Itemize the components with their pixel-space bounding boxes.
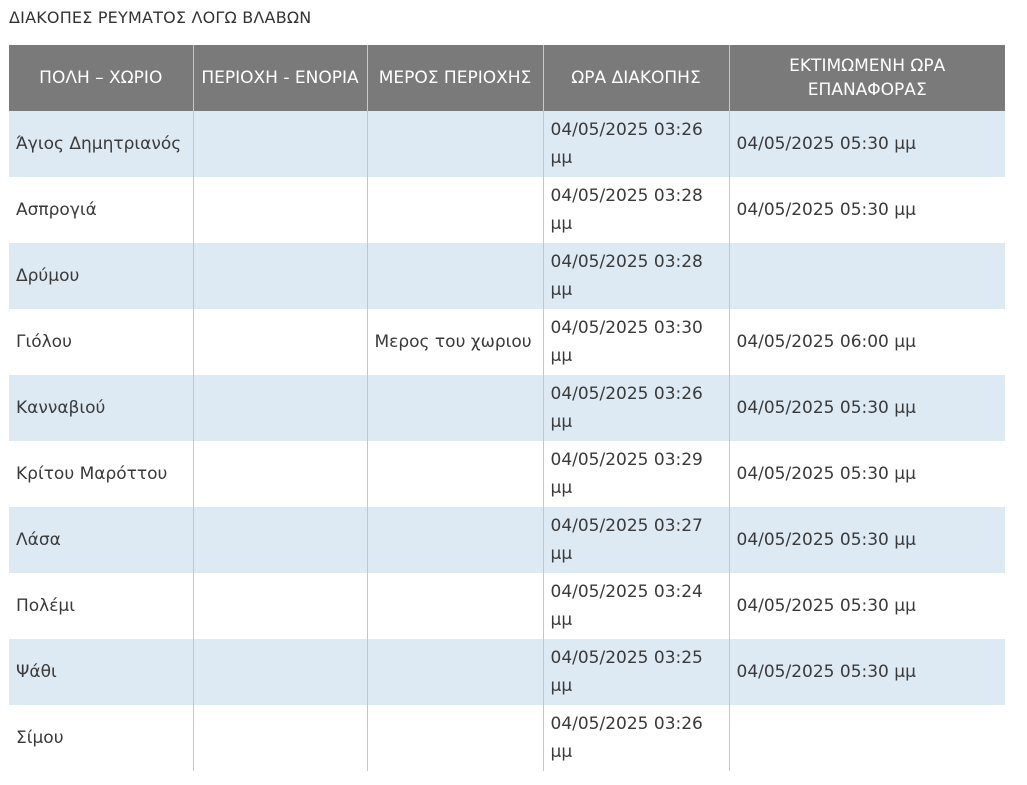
cell-city-village: Άγιος Δημητριανός (16, 134, 182, 154)
cell-outage-time: 04/05/2025 03:26 μμ (542, 705, 729, 771)
cell-area-part (366, 705, 543, 771)
cell-city-village: Ψάθι (16, 662, 57, 682)
cell-city-village: Πολέμι (16, 596, 76, 616)
cell-area-part (366, 375, 543, 441)
cell-area-part (366, 573, 543, 639)
cell-outage-time: 04/05/2025 03:30 μμ (542, 309, 729, 375)
cell-outage-time: 04/05/2025 03:26 μμ (542, 375, 729, 441)
cell-estimated-restoration: 04/05/2025 06:00 μμ (728, 309, 1005, 375)
cell-area-parish (192, 639, 367, 705)
cell-estimated-restoration (728, 705, 1005, 771)
cell-city-village: Κανναβιού (16, 398, 106, 418)
cell-outage-time: 04/05/2025 03:28 μμ (542, 177, 729, 243)
cell-estimated-restoration (728, 243, 1005, 309)
cell-city-village: Γιόλου (16, 332, 72, 352)
cell-city-village: Ασπρογιά (16, 200, 97, 220)
cell-area-parish (192, 309, 367, 375)
cell-area-parish (192, 507, 367, 573)
cell-estimated-restoration: 04/05/2025 05:30 μμ (728, 507, 1005, 573)
table-row: Πολέμι 04/05/2025 03:24 μμ 04/05/2025 05… (9, 573, 1005, 639)
table-row: Λάσα 04/05/2025 03:27 μμ 04/05/2025 05:3… (9, 507, 1005, 573)
cell-area-part (366, 639, 543, 705)
cell-estimated-restoration: 04/05/2025 05:30 μμ (728, 639, 1005, 705)
table-row: Γιόλου Μερος του χωριου 04/05/2025 03:30… (9, 309, 1005, 375)
cell-area-parish (192, 705, 367, 771)
cell-estimated-restoration: 04/05/2025 05:30 μμ (728, 177, 1005, 243)
cell-city-village: Λάσα (16, 530, 61, 550)
table-header: ΠΟΛΗ – ΧΩΡΙΟ ΠΕΡΙΟΧΗ - ΕΝΟΡΙΑ ΜΕΡΟΣ ΠΕΡΙ… (9, 45, 1005, 111)
column-header-area-part[interactable]: ΜΕΡΟΣ ΠΕΡΙΟΧΗΣ (366, 45, 543, 111)
cell-outage-time: 04/05/2025 03:25 μμ (542, 639, 729, 705)
cell-city-village: Δρύμου (16, 266, 80, 286)
cell-area-parish (192, 375, 367, 441)
table-row: Ψάθι 04/05/2025 03:25 μμ 04/05/2025 05:3… (9, 639, 1005, 705)
cell-estimated-restoration: 04/05/2025 05:30 μμ (728, 375, 1005, 441)
cell-estimated-restoration: 04/05/2025 05:30 μμ (728, 573, 1005, 639)
cell-outage-time: 04/05/2025 03:26 μμ (542, 111, 729, 177)
header-row: ΠΟΛΗ – ΧΩΡΙΟ ΠΕΡΙΟΧΗ - ΕΝΟΡΙΑ ΜΕΡΟΣ ΠΕΡΙ… (9, 45, 1005, 111)
cell-area-part (366, 111, 543, 177)
table-row: Δρύμου 04/05/2025 03:28 μμ (9, 243, 1005, 309)
table-row: Κρίτου Μαρόττου 04/05/2025 03:29 μμ 04/0… (9, 441, 1005, 507)
column-header-city-village[interactable]: ΠΟΛΗ – ΧΩΡΙΟ (9, 45, 193, 111)
cell-area-parish (192, 573, 367, 639)
column-header-area-parish[interactable]: ΠΕΡΙΟΧΗ - ΕΝΟΡΙΑ (192, 45, 367, 111)
cell-area-part (366, 177, 543, 243)
cell-area-parish (192, 243, 367, 309)
cell-area-part: Μερος του χωριου (366, 309, 543, 375)
cell-estimated-restoration: 04/05/2025 05:30 μμ (728, 441, 1005, 507)
cell-outage-time: 04/05/2025 03:28 μμ (542, 243, 729, 309)
cell-city-village: Σίμου (16, 728, 64, 748)
cell-estimated-restoration: 04/05/2025 05:30 μμ (728, 111, 1005, 177)
cell-area-part (366, 243, 543, 309)
cell-outage-time: 04/05/2025 03:24 μμ (542, 573, 729, 639)
cell-city-village: Κρίτου Μαρόττου (16, 464, 168, 484)
outages-table: ΠΟΛΗ – ΧΩΡΙΟ ΠΕΡΙΟΧΗ - ΕΝΟΡΙΑ ΜΕΡΟΣ ΠΕΡΙ… (9, 45, 1005, 771)
cell-outage-time: 04/05/2025 03:27 μμ (542, 507, 729, 573)
cell-area-parish (192, 177, 367, 243)
table-row: Άγιος Δημητριανός 04/05/2025 03:26 μμ 04… (9, 111, 1005, 177)
cell-outage-time: 04/05/2025 03:29 μμ (542, 441, 729, 507)
page-title: ΔΙΑΚΟΠΕΣ ΡΕΥΜΑΤΟΣ ΛΟΓΩ ΒΛΑΒΩΝ (9, 8, 312, 27)
cell-area-parish (192, 441, 367, 507)
column-header-estimated-restoration[interactable]: ΕΚΤΙΜΩΜΕΝΗ ΩΡΑ ΕΠΑΝΑΦΟΡΑΣ (728, 45, 1005, 111)
table-body: Άγιος Δημητριανός 04/05/2025 03:26 μμ 04… (9, 111, 1005, 771)
table-row: Ασπρογιά 04/05/2025 03:28 μμ 04/05/2025 … (9, 177, 1005, 243)
cell-area-parish (192, 111, 367, 177)
table-row: Σίμου 04/05/2025 03:26 μμ (9, 705, 1005, 771)
cell-area-part (366, 441, 543, 507)
column-header-outage-time[interactable]: ΩΡΑ ΔΙΑΚΟΠΗΣ (542, 45, 729, 111)
cell-area-part (366, 507, 543, 573)
table-row: Κανναβιού 04/05/2025 03:26 μμ 04/05/2025… (9, 375, 1005, 441)
